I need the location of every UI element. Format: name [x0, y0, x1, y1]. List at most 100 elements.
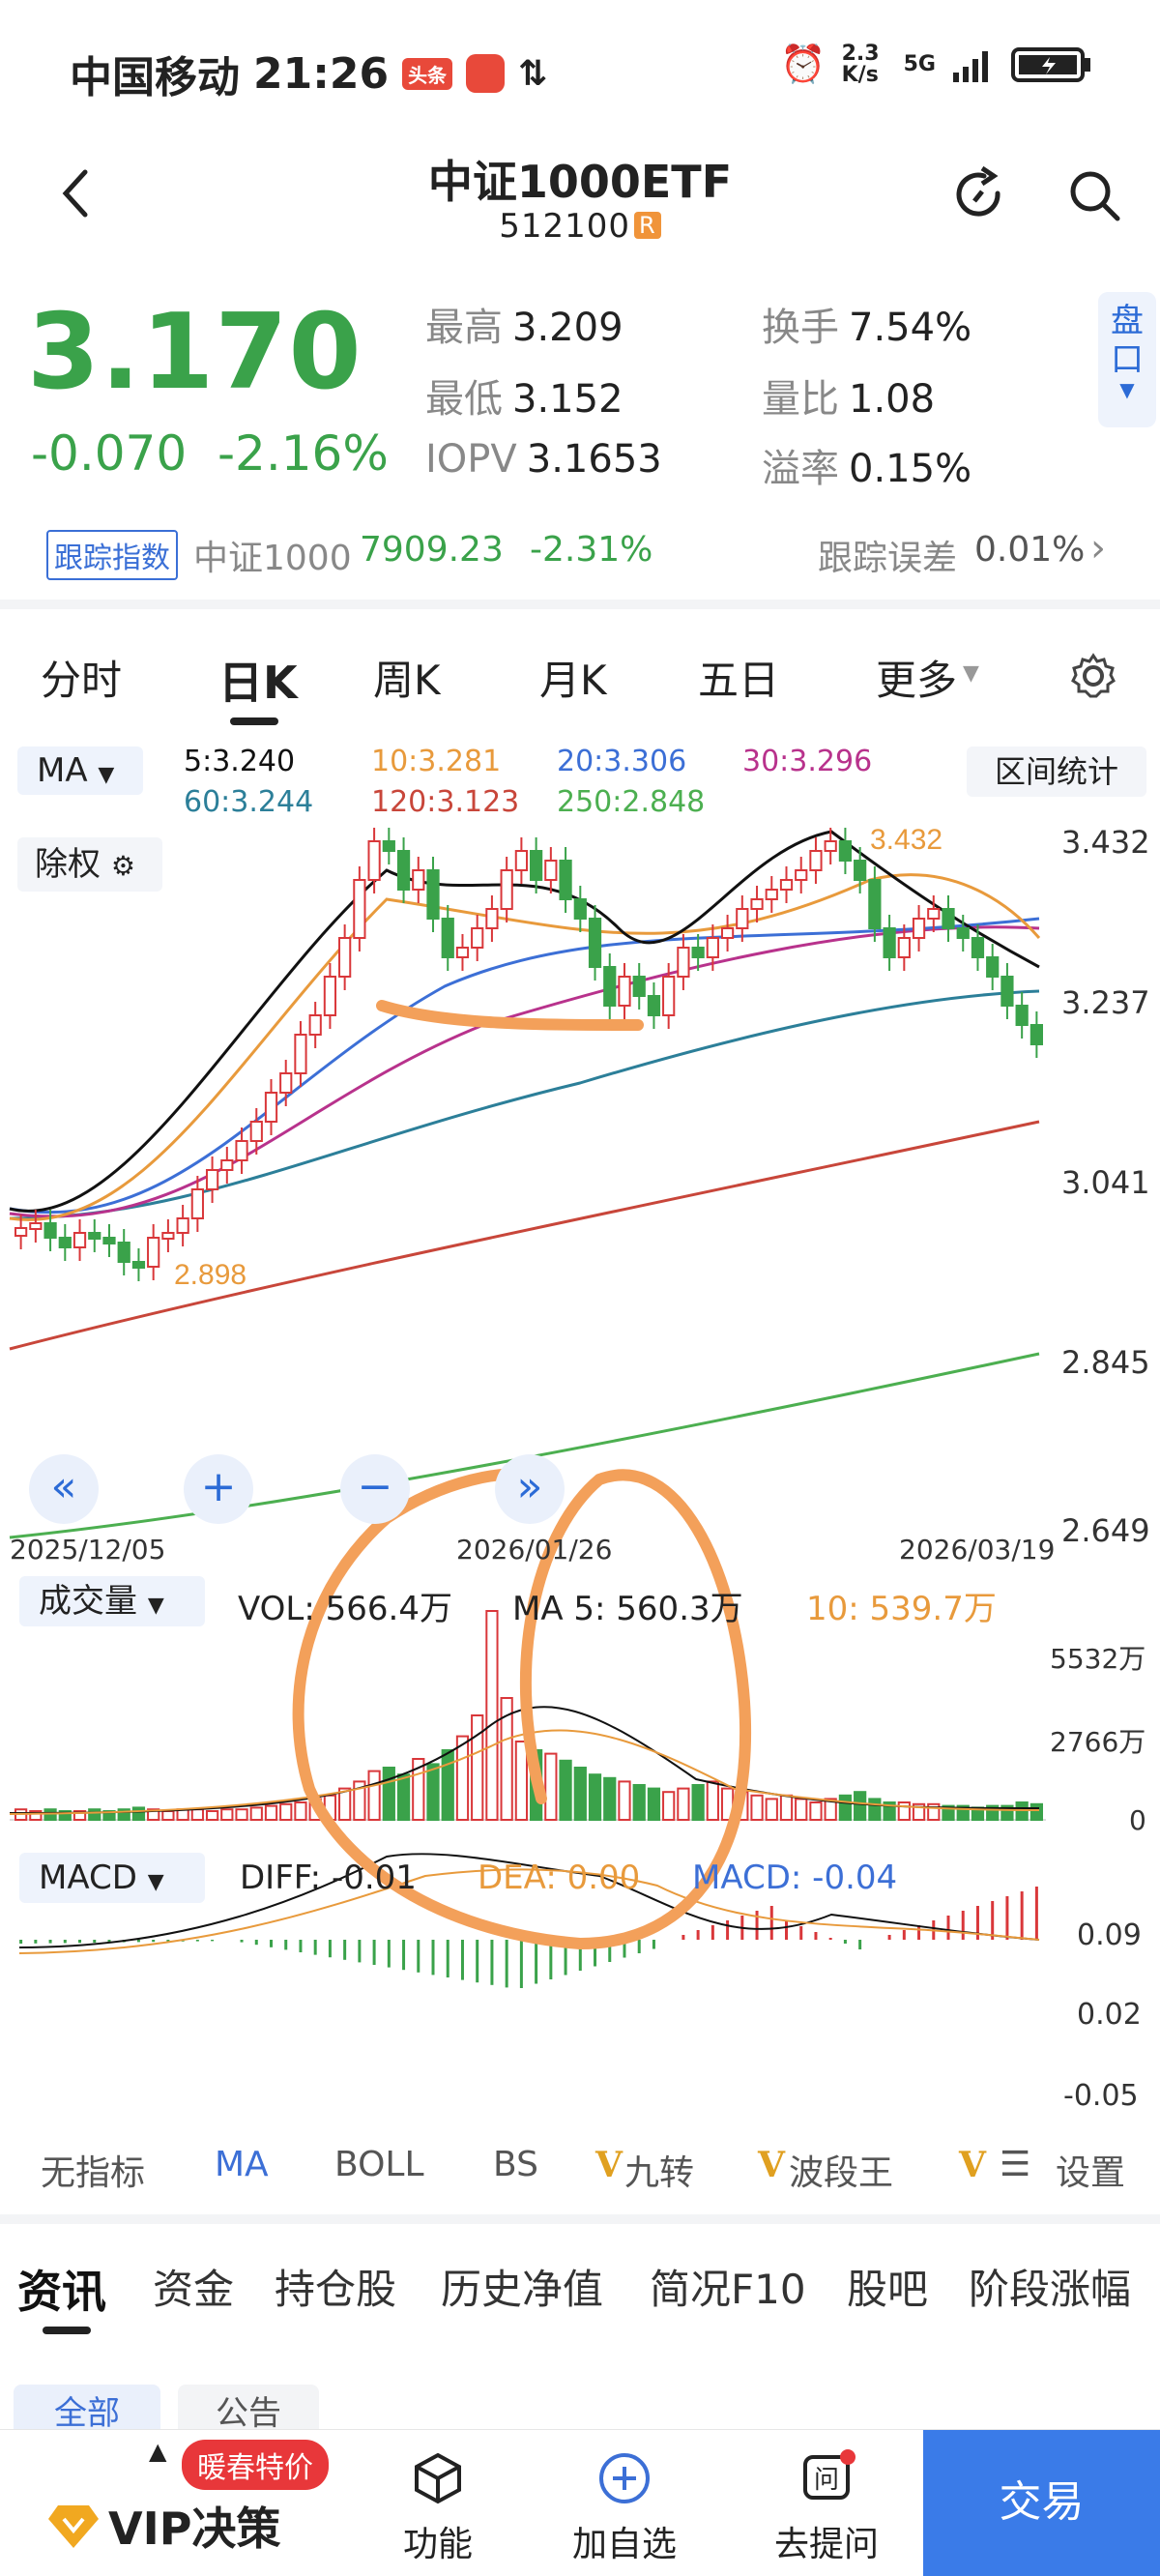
- volume-bar: [44, 1808, 57, 1821]
- tab-funds[interactable]: 资金: [153, 2257, 234, 2316]
- candle: [603, 966, 617, 1007]
- date-start: 2025/12/05: [10, 1534, 166, 1566]
- vol-ma10: 10: 539.7万: [806, 1590, 997, 1628]
- iopv-label: IOPV: [425, 437, 517, 482]
- tab-profile-f10[interactable]: 简况F10: [650, 2257, 806, 2316]
- candle: [14, 1227, 28, 1237]
- ma10-line: [9, 873, 1041, 1221]
- candle: [353, 879, 366, 939]
- search-icon[interactable]: [1063, 164, 1125, 226]
- volume-bar: [795, 1798, 808, 1822]
- tab-forum[interactable]: 股吧: [847, 2257, 928, 2316]
- candle: [382, 840, 395, 852]
- ind-settings[interactable]: 设置: [1056, 2145, 1125, 2195]
- tab-nav-history[interactable]: 历史净值: [441, 2257, 603, 2316]
- app-tag: 头条: [402, 57, 453, 90]
- candle: [883, 927, 896, 958]
- volume-bar: [441, 1749, 454, 1821]
- vip-promo-badge: 暖春特价: [182, 2440, 329, 2490]
- candle: [29, 1222, 43, 1230]
- macd-tick: 0.02: [1077, 1998, 1142, 2032]
- volume-selector[interactable]: 成交量 ▼: [19, 1576, 205, 1626]
- ma20-line: [9, 917, 1040, 1215]
- candle: [426, 869, 440, 920]
- candle: [72, 1232, 87, 1248]
- candle: [441, 918, 454, 958]
- settings-icon[interactable]: ☰: [1000, 2145, 1030, 2184]
- pan-right-button[interactable]: »: [495, 1454, 565, 1524]
- pankou-button[interactable]: 盘口 ▼: [1098, 292, 1156, 427]
- caret-up-icon: ▲: [149, 2438, 167, 2465]
- volume-bar: [838, 1794, 853, 1822]
- page-header: 中证1000ETF 512100 R: [0, 135, 1160, 261]
- tab-monthly-k[interactable]: 月K: [539, 648, 607, 707]
- tab-holdings[interactable]: 持仓股: [275, 2257, 396, 2316]
- high-mark: 3.432: [870, 824, 942, 856]
- candle: [662, 976, 676, 1016]
- candle: [1015, 1005, 1029, 1026]
- candle: [971, 937, 985, 958]
- volume-bar: [485, 1610, 499, 1821]
- candle: [249, 1121, 263, 1142]
- candle: [323, 976, 337, 1016]
- tab-news[interactable]: 资讯: [17, 2257, 106, 2321]
- candle: [58, 1237, 72, 1248]
- turnover-row: 换手 7.54%: [762, 296, 972, 352]
- volume-bar: [809, 1801, 823, 1821]
- candle: [927, 908, 941, 920]
- ind-none[interactable]: 无指标: [41, 2145, 145, 2195]
- refresh-icon[interactable]: [949, 164, 1011, 226]
- ind-bs[interactable]: BS: [493, 2145, 538, 2184]
- volume-bar: [750, 1794, 764, 1822]
- volume-bar: [279, 1802, 293, 1822]
- volume-bar: [294, 1801, 307, 1821]
- zoom-in-button[interactable]: +: [184, 1454, 253, 1524]
- tab-period-gain[interactable]: 阶段涨幅: [969, 2257, 1131, 2316]
- transfer-icon: ⇅: [518, 53, 548, 94]
- candle: [471, 927, 484, 949]
- alarm-icon: ⏰: [780, 43, 826, 85]
- ind-boll[interactable]: BOLL: [334, 2145, 424, 2184]
- tracking-row[interactable]: 跟踪指数 中证1000 7909.23 -2.31% 跟踪误差 0.01% ›: [0, 522, 1160, 580]
- caret-down-icon: ▼: [1119, 378, 1135, 401]
- tab-five-day[interactable]: 五日: [698, 648, 779, 707]
- tab-fenshi[interactable]: 分时: [41, 648, 122, 707]
- more-caret-icon: ▼: [963, 661, 979, 686]
- kline-chart[interactable]: MA ▼ 5:3.240 10:3.281 20:3.306 30:3.296 …: [0, 735, 1160, 2147]
- ind-jiuzhuan[interactable]: 九转: [624, 2145, 694, 2195]
- annotation-stroke: [376, 1000, 644, 1031]
- gear-icon[interactable]: [1069, 652, 1117, 700]
- net-speed: 2.3 K/s: [841, 41, 880, 87]
- add-watchlist-button[interactable]: 加自选: [566, 2449, 682, 2566]
- zoom-out-button[interactable]: −: [340, 1454, 410, 1524]
- ind-ma[interactable]: MA: [215, 2145, 269, 2184]
- function-button[interactable]: 功能: [385, 2449, 491, 2566]
- trade-button[interactable]: 交易: [923, 2430, 1160, 2576]
- candle: [618, 976, 631, 1007]
- candles: [14, 828, 1044, 1281]
- pankou-label: 盘口: [1111, 302, 1144, 379]
- macd-value: MACD: -0.04: [692, 1859, 898, 1897]
- vol-value: VOL: 566.4万: [238, 1590, 452, 1628]
- candle: [691, 947, 705, 958]
- macd-tick: 0.09: [1077, 1918, 1142, 1952]
- ask-button[interactable]: 问去提问: [764, 2449, 889, 2566]
- candle: [750, 898, 764, 910]
- candle: [677, 947, 690, 978]
- macd-selector[interactable]: MACD ▼: [19, 1853, 205, 1903]
- pan-left-button[interactable]: «: [29, 1454, 99, 1524]
- volume-bar: [190, 1808, 204, 1821]
- signal-icon: [953, 50, 988, 82]
- tab-more[interactable]: 更多: [876, 648, 957, 707]
- vol-ma5: MA 5: 560.3万: [512, 1590, 743, 1628]
- macd-selector-label: MACD: [39, 1859, 137, 1897]
- ma30-line: [9, 925, 1040, 1218]
- candle: [854, 860, 867, 881]
- ind-boduanwang[interactable]: 波段王: [789, 2145, 893, 2195]
- candle: [367, 840, 381, 881]
- tab-weekly-k[interactable]: 周K: [373, 648, 441, 707]
- candle: [88, 1232, 102, 1240]
- tab-daily-k[interactable]: 日K: [218, 648, 298, 712]
- vip-label: VIP决策: [108, 2503, 281, 2555]
- vip-button[interactable]: VIP决策: [46, 2494, 280, 2558]
